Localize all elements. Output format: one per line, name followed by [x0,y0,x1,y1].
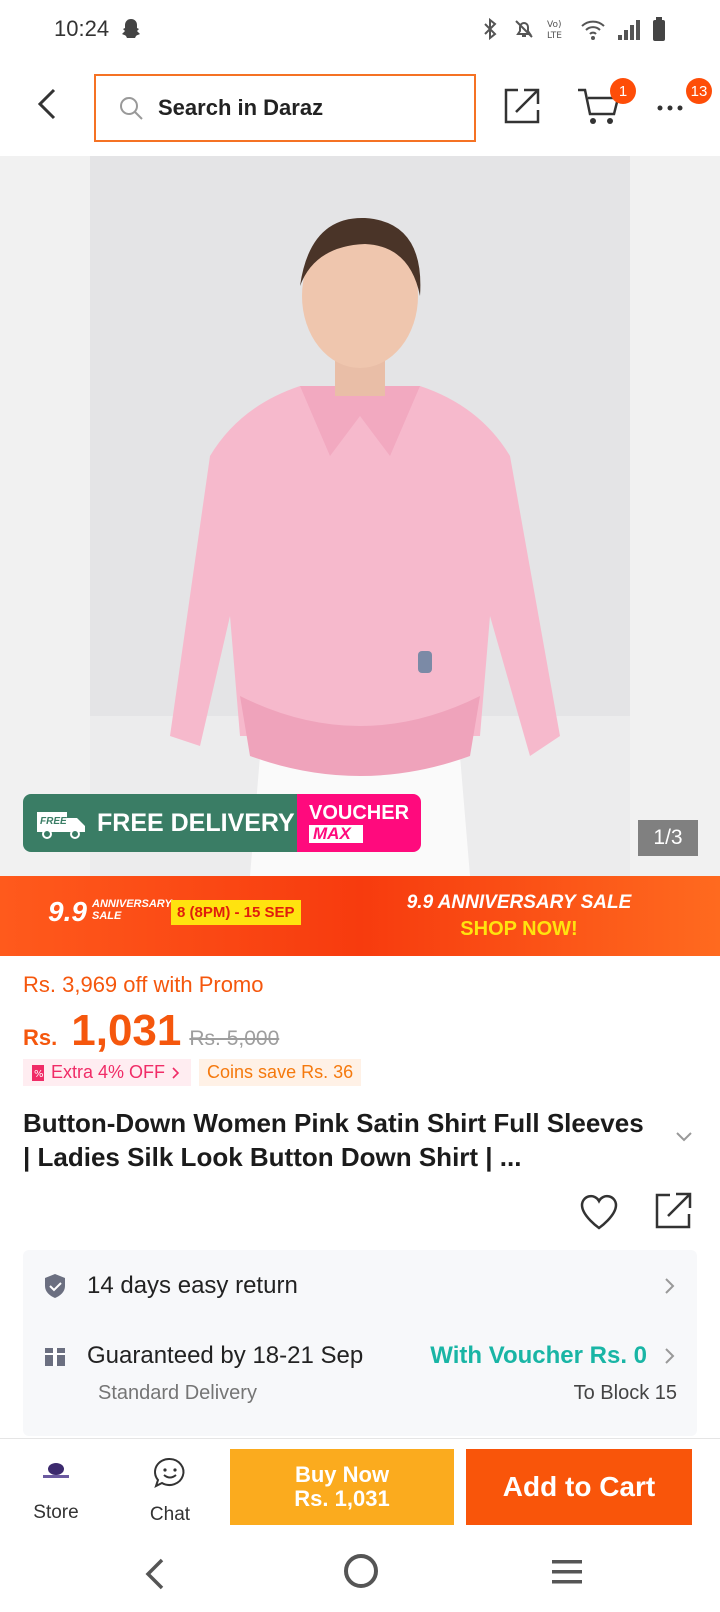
voucher-fee-text: With Voucher Rs. 0 [430,1342,647,1369]
store-logo-icon [43,1463,69,1478]
price-row: Rs. 1,031 Rs. 5,000 [23,1006,279,1056]
product-image-gallery[interactable]: FREE FREE DELIVERY VOUCHER MAX 1/3 [0,156,720,876]
status-bar: 10:24 Vo) LTE [0,0,720,60]
svg-text:Vo): Vo) [547,20,561,30]
chat-label: Chat [149,1504,191,1525]
mute-bell-icon [515,20,533,38]
search-icon [120,97,143,120]
cart-count-badge: 1 [610,78,636,104]
delivery-location: To Block 15 [573,1382,677,1404]
delivery-method: Standard Delivery [98,1382,257,1404]
shield-check-icon [45,1274,65,1298]
sale-dates: 8 (8PM) - 15 SEP [171,900,301,925]
notification-count-badge: 13 [686,78,712,104]
search-placeholder: Search in Daraz [158,95,324,120]
delivery-truck-icon: FREE [37,812,85,839]
product-title[interactable]: Button-Down Women Pink Satin Shirt Full … [23,1106,653,1174]
return-policy-text: 14 days easy return [87,1272,298,1299]
extra-off-text: Extra 4% OFF [51,1062,166,1082]
chevron-right-icon [172,1066,180,1079]
snapchat-icon [122,19,140,38]
svg-text:LTE: LTE [547,31,562,41]
store-button[interactable]: Store [20,1457,92,1524]
wifi-icon [581,20,605,40]
sale-title: 9.9 ANNIVERSARY SALE [406,892,632,913]
store-label: Store [33,1502,79,1523]
delivery-row[interactable]: Guaranteed by 18-21 Sep With Voucher Rs.… [43,1334,677,1378]
signal-icon [618,20,640,40]
buy-now-price: Rs. 1,031 [294,1486,390,1511]
battery-icon [653,17,665,41]
search-input[interactable]: Search in Daraz [94,74,476,142]
svg-text:%: % [34,1069,44,1080]
current-price: 1,031 [71,1006,182,1055]
cart-button[interactable]: 1 [576,78,636,128]
voucher-max-badge: VOUCHER MAX [297,794,421,852]
chevron-down-icon[interactable] [674,1130,694,1144]
bottom-action-bar: Store Chat Buy Now Rs. 1,031 Add to Cart [0,1438,720,1538]
voucher-max-text: MAX [309,825,363,843]
share-product-icon[interactable] [652,1190,694,1232]
sale-logo: 9.9 [48,896,87,927]
back-arrow-icon[interactable] [30,84,66,124]
buy-now-label: Buy Now [294,1462,390,1487]
buy-now-button[interactable]: Buy Now Rs. 1,031 [230,1449,454,1525]
nav-menu-icon[interactable] [552,1558,582,1586]
extra-off-tag[interactable]: % Extra 4% OFF [23,1059,192,1086]
ticket-icon: % [32,1064,44,1081]
volte-icon: Vo)LTE [547,20,562,41]
chevron-right-icon [665,1278,675,1294]
image-counter: 1/3 [638,820,698,856]
coins-tag: Coins save Rs. 36 [199,1059,362,1086]
free-delivery-text: FREE DELIVERY [97,808,295,837]
more-menu-button[interactable]: 13 [656,78,712,128]
status-icons: Vo) LTE [478,16,666,42]
promo-discount-text: Rs. 3,969 off with Promo [23,972,264,997]
nav-home-icon[interactable] [344,1554,378,1588]
model-illustration [90,217,630,876]
sale-banner[interactable]: 9.9 ANNIVERSARY SALE 8 (8PM) - 15 SEP 9.… [0,876,720,956]
voucher-text: VOUCHER [309,802,410,824]
promo-badges: FREE FREE DELIVERY VOUCHER MAX [23,794,421,852]
add-to-cart-button[interactable]: Add to Cart [466,1449,692,1525]
delivery-info-card: 14 days easy return Guaranteed by 18-21 … [23,1250,697,1436]
product-photo [90,156,630,876]
shop-now-link[interactable]: SHOP NOW! [384,918,654,941]
original-price: Rs. 5,000 [189,1027,280,1050]
bluetooth-icon [484,17,497,41]
delivery-subrow: Standard Delivery To Block 15 [98,1382,677,1405]
system-nav-bar [0,1538,720,1612]
status-time: 10:24 [54,16,110,41]
package-icon [45,1348,65,1366]
top-header: Search in Daraz 1 13 [0,62,720,154]
wishlist-heart-icon[interactable] [578,1192,620,1232]
guarantee-text: Guaranteed by 18-21 Sep [87,1342,364,1369]
sale-logo-sub: ANNIVERSARY SALE [92,898,172,922]
price-currency: Rs. [23,1025,58,1050]
chat-icon [154,1457,185,1488]
nav-back-icon[interactable] [140,1554,170,1594]
chevron-right-icon [665,1348,675,1364]
free-delivery-badge: FREE FREE DELIVERY [23,794,297,852]
chat-button[interactable]: Chat [134,1457,206,1526]
share-icon[interactable] [502,86,542,126]
offer-tags: % Extra 4% OFF Coins save Rs. 36 [23,1059,362,1086]
return-policy-row[interactable]: 14 days easy return [43,1264,677,1308]
free-badge-text: FREE [40,816,67,827]
